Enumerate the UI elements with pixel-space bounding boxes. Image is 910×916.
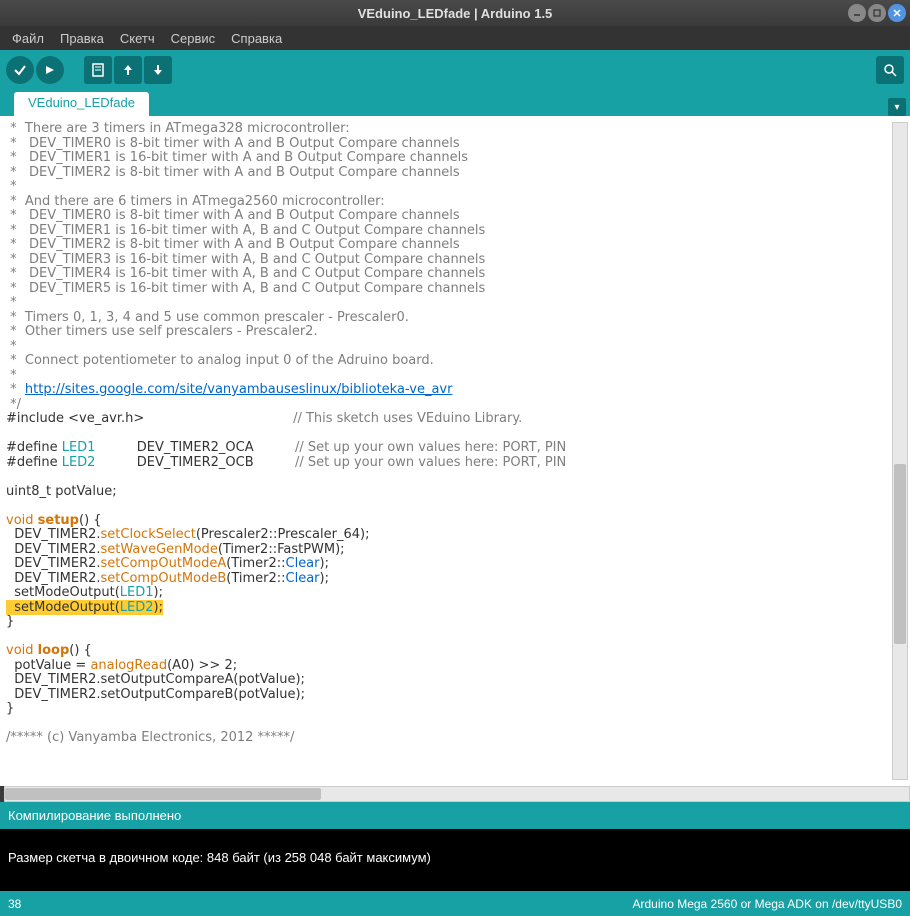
serial-monitor-button[interactable] bbox=[876, 56, 904, 84]
board-info: Arduino Mega 2560 or Mega ADK on /dev/tt… bbox=[633, 897, 903, 911]
toolbar bbox=[0, 50, 910, 90]
compile-status: Компилирование выполнено bbox=[0, 802, 910, 829]
maximize-button[interactable] bbox=[868, 4, 886, 22]
minimize-button[interactable] bbox=[848, 4, 866, 22]
tab-menu-button[interactable]: ▾ bbox=[888, 98, 906, 116]
tab-sketch[interactable]: VEduino_LEDfade bbox=[14, 92, 149, 116]
scrollbar-thumb[interactable] bbox=[894, 464, 906, 644]
console-line: Размер скетча в двоичном коде: 848 байт … bbox=[8, 850, 431, 865]
compile-status-text: Компилирование выполнено bbox=[8, 808, 181, 823]
new-button[interactable] bbox=[84, 56, 112, 84]
titlebar: VEduino_LEDfade | Arduino 1.5 bbox=[0, 0, 910, 26]
tabbar: VEduino_LEDfade ▾ bbox=[0, 90, 910, 116]
menu-sketch[interactable]: Скетч bbox=[114, 29, 161, 48]
menu-service[interactable]: Сервис bbox=[165, 29, 222, 48]
highlighted-line: setModeOutput(LED2); bbox=[6, 600, 163, 615]
editor-area: * There are 3 timers in ATmega328 microc… bbox=[0, 116, 910, 786]
window-title: VEduino_LEDfade | Arduino 1.5 bbox=[358, 6, 553, 21]
menu-file[interactable]: Файл bbox=[6, 29, 50, 48]
save-button[interactable] bbox=[144, 56, 172, 84]
line-number: 38 bbox=[8, 897, 21, 911]
console[interactable]: Размер скетча в двоичном коде: 848 байт … bbox=[0, 829, 910, 891]
close-button[interactable] bbox=[888, 4, 906, 22]
scrollbar-thumb-h[interactable] bbox=[5, 788, 321, 800]
statusbar: 38 Arduino Mega 2560 or Mega ADK on /dev… bbox=[0, 891, 910, 916]
window-controls bbox=[848, 4, 906, 22]
menubar: Файл Правка Скетч Сервис Справка bbox=[0, 26, 910, 50]
horizontal-scrollbar[interactable] bbox=[4, 786, 910, 802]
upload-button[interactable] bbox=[36, 56, 64, 84]
menu-edit[interactable]: Правка bbox=[54, 29, 110, 48]
url-link[interactable]: http://sites.google.com/site/vanyambause… bbox=[25, 382, 453, 397]
code-editor[interactable]: * There are 3 timers in ATmega328 microc… bbox=[6, 122, 886, 780]
vertical-scrollbar[interactable] bbox=[892, 122, 908, 780]
verify-button[interactable] bbox=[6, 56, 34, 84]
menu-help[interactable]: Справка bbox=[225, 29, 288, 48]
open-button[interactable] bbox=[114, 56, 142, 84]
